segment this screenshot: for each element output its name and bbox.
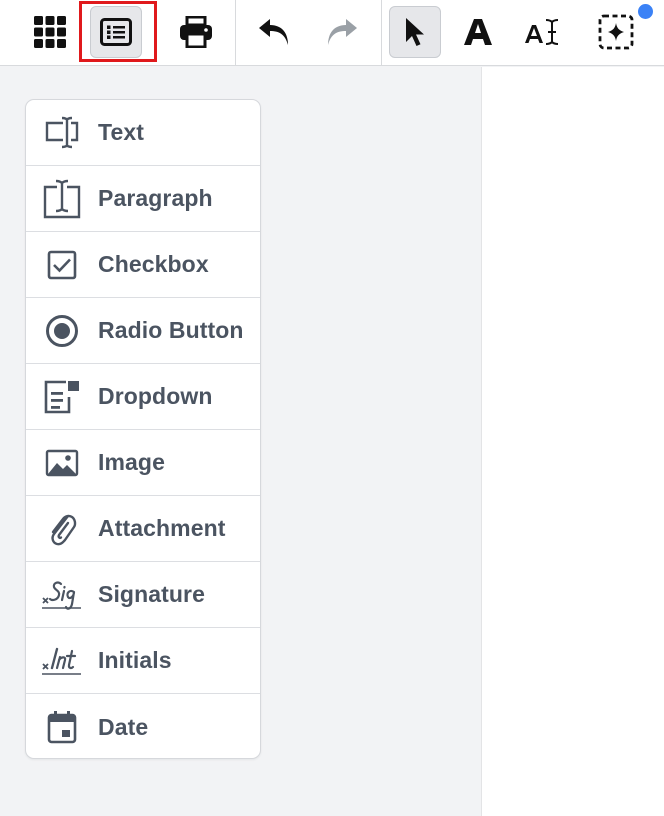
text-field-tool-button[interactable]: [517, 6, 569, 58]
undo-button[interactable]: [248, 6, 300, 58]
select-tool-button[interactable]: [389, 6, 441, 58]
field-item-dropdown[interactable]: Dropdown: [26, 364, 260, 430]
toolbar-divider: [381, 0, 382, 66]
toolbar-divider: [235, 0, 236, 66]
undo-icon: [259, 19, 288, 45]
field-item-initials[interactable]: Initials: [26, 628, 260, 694]
field-type-list: Text Paragraph Checkbox Radio Button Dro…: [25, 99, 261, 759]
sparkle-selection-icon: [598, 14, 634, 50]
text-cursor-icon: [525, 19, 559, 45]
field-label: Radio Button: [98, 317, 244, 343]
checkbox-icon: [47, 250, 77, 279]
selection-highlight: [79, 1, 157, 62]
dropdown-icon: [44, 380, 79, 413]
apps-grid-button[interactable]: [24, 6, 76, 58]
paragraph-field-icon: [43, 179, 81, 218]
field-label: Dropdown: [98, 383, 213, 409]
field-label: Attachment: [98, 515, 226, 541]
field-label: Checkbox: [98, 251, 209, 277]
calendar-icon: [47, 711, 77, 744]
redo-button[interactable]: [316, 6, 368, 58]
field-label: Image: [98, 449, 165, 475]
printer-icon: [180, 16, 212, 48]
field-item-image[interactable]: Image: [26, 430, 260, 496]
document-canvas[interactable]: [481, 67, 664, 816]
text-field-icon: [45, 116, 79, 148]
field-item-checkbox[interactable]: Checkbox: [26, 232, 260, 298]
initials-icon: [42, 647, 81, 675]
field-label: Date: [98, 713, 149, 740]
field-label: Text: [98, 119, 144, 145]
field-item-paragraph[interactable]: Paragraph: [26, 166, 260, 232]
field-item-radio-button[interactable]: Radio Button: [26, 298, 260, 364]
print-button[interactable]: [170, 6, 222, 58]
text-tool-button[interactable]: [452, 6, 504, 58]
notification-dot: [638, 4, 653, 19]
field-item-signature[interactable]: Signature: [26, 562, 260, 628]
cursor-arrow-icon: [406, 18, 424, 46]
field-item-text[interactable]: Text: [26, 100, 260, 166]
field-label: Signature: [98, 581, 205, 607]
letter-a-icon: [464, 19, 492, 45]
redo-icon: [328, 19, 357, 45]
ai-tool-button[interactable]: [590, 6, 642, 58]
signature-icon: [42, 580, 81, 610]
radio-button-icon: [46, 314, 78, 347]
toolbar: [0, 0, 664, 66]
paperclip-icon: [51, 514, 77, 545]
field-label: Initials: [98, 647, 172, 673]
field-item-attachment[interactable]: Attachment: [26, 496, 260, 562]
image-icon: [45, 449, 79, 476]
field-item-date[interactable]: Date: [26, 694, 260, 758]
field-label: Paragraph: [98, 185, 213, 211]
grid-icon: [34, 16, 66, 48]
